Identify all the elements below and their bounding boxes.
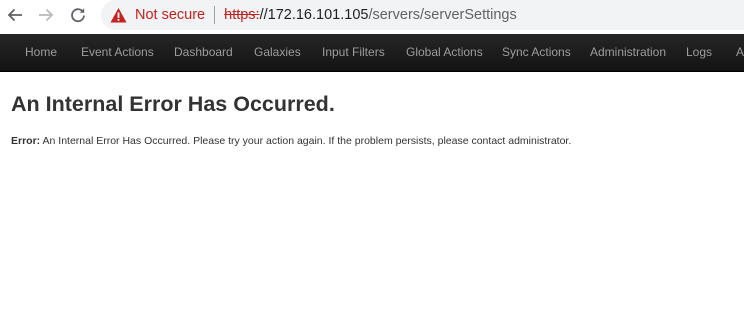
error-message: Error: An Internal Error Has Occurred. P… [11,134,571,148]
address-bar[interactable]: Not secure https://172.16.101.105/server… [101,0,744,30]
url-host: //172.16.101.105 [259,7,369,23]
page-title: An Internal Error Has Occurred. [11,92,335,116]
security-indicator[interactable]: Not secure [110,0,205,30]
url-scheme: https: [224,7,260,23]
nav-global-actions[interactable]: Global Actions [406,34,483,71]
nav-sync-actions[interactable]: Sync Actions [502,34,571,71]
security-label: Not secure [135,7,206,23]
reload-icon [71,8,85,23]
nav-overflow-item[interactable]: A [736,34,744,71]
arrow-forward-icon [39,8,54,22]
nav-input-filters[interactable]: Input Filters [322,34,385,71]
forward-button[interactable] [35,4,57,26]
omnibox-divider [214,6,216,24]
nav-administration[interactable]: Administration [590,34,666,71]
warning-triangle-icon [110,7,127,22]
arrow-back-icon [7,8,22,22]
browser-toolbar: Not secure https://172.16.101.105/server… [0,0,744,31]
error-label: Error: [11,135,41,147]
error-text: An Internal Error Has Occurred. Please t… [40,135,572,147]
nav-dashboard[interactable]: Dashboard [174,34,233,71]
url-path: /servers/serverSettings [368,7,517,23]
main-navbar: Home Event Actions Dashboard Galaxies In… [0,34,744,72]
nav-galaxies[interactable]: Galaxies [254,34,301,71]
url-text[interactable]: https://172.16.101.105/servers/serverSet… [224,7,517,23]
back-button[interactable] [4,4,26,26]
nav-logs[interactable]: Logs [686,34,712,71]
reload-button[interactable] [67,4,89,26]
nav-home[interactable]: Home [25,34,57,71]
nav-event-actions[interactable]: Event Actions [81,34,154,71]
